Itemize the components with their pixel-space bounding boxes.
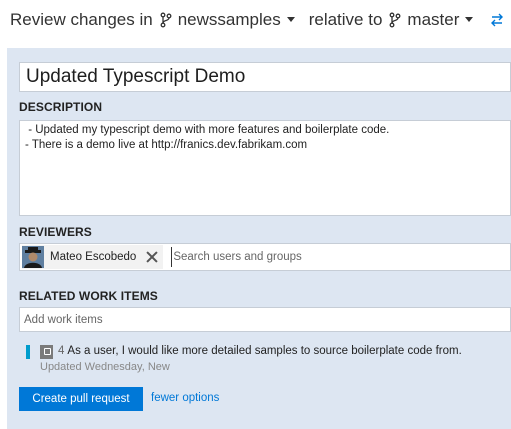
source-branch-selector[interactable]: newssamples: [160, 10, 309, 30]
target-branch-name: master: [407, 10, 460, 29]
header-bar: Review changes in newssamples relative t…: [0, 0, 511, 40]
work-item[interactable]: 4 As a user, I would like more detailed s…: [26, 343, 506, 375]
reviewer-name: Mateo Escobedo: [50, 251, 137, 263]
git-branch-icon: [389, 12, 401, 28]
git-branch-icon: [160, 12, 172, 28]
description-label: DESCRIPTION: [19, 100, 103, 114]
description-line: - Updated my typescript demo with more f…: [25, 124, 390, 136]
avatar: [22, 246, 44, 268]
backlog-item-icon: [40, 345, 53, 359]
header-prefix: Review changes in: [10, 10, 153, 29]
chevron-down-icon: [465, 16, 474, 22]
work-item-subtitle: Updated Wednesday, New: [40, 361, 170, 373]
reviewers-field: Mateo Escobedo: [19, 243, 511, 271]
target-branch-selector[interactable]: master: [389, 10, 487, 30]
work-item-id: 4: [58, 345, 65, 357]
work-item-title: As a user, I would like more detailed sa…: [67, 345, 462, 357]
chevron-down-icon: [286, 16, 295, 22]
pull-request-form: DESCRIPTION - Updated my typescript demo…: [7, 48, 511, 429]
reviewers-label: REVIEWERS: [19, 225, 92, 239]
description-textarea[interactable]: - Updated my typescript demo with more f…: [19, 120, 511, 216]
work-item-color-bar: [26, 345, 30, 359]
reviewer-chip: Mateo Escobedo: [22, 245, 164, 269]
close-icon[interactable]: [145, 250, 159, 264]
fewer-options-link[interactable]: fewer options: [151, 392, 219, 404]
title-input[interactable]: [19, 62, 511, 92]
relative-to-text: relative to: [308, 10, 383, 29]
source-branch-name: newssamples: [177, 10, 281, 29]
swap-arrows-icon[interactable]: [489, 13, 505, 27]
description-line: - There is a demo live at http://franics…: [25, 139, 308, 151]
create-pull-request-button[interactable]: Create pull request: [19, 387, 143, 411]
search-users-input[interactable]: [171, 247, 510, 267]
work-items-field: [19, 307, 511, 332]
related-work-items-label: RELATED WORK ITEMS: [19, 289, 158, 303]
add-work-items-input[interactable]: [20, 308, 510, 331]
work-item-text: 4 As a user, I would like more detailed s…: [58, 345, 462, 357]
